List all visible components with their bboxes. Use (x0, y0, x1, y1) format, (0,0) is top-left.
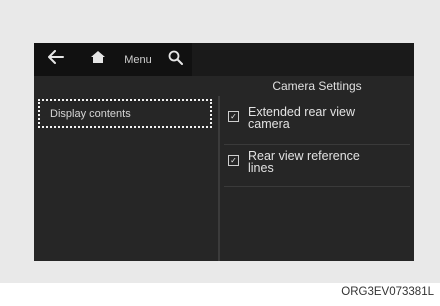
illustration-frame: Menu Camera Settings Display contents ✓ … (0, 0, 440, 283)
option-rear-view-reference-lines[interactable]: ✓ Rear view reference lines (224, 150, 410, 174)
option-label-line2: lines (248, 161, 274, 175)
top-bar: Menu (34, 43, 414, 76)
option-label: Extended rear view camera (248, 106, 355, 131)
option-extended-rear-view-camera[interactable]: ✓ Extended rear view camera (224, 106, 410, 130)
figure-caption: ORG3EV073381L (341, 286, 434, 298)
sidebar-item-label: Display contents (50, 107, 131, 120)
option-label: Rear view reference lines (248, 150, 360, 175)
checkbox-checked-icon[interactable]: ✓ (228, 111, 239, 122)
panel-title: Camera Settings (272, 79, 362, 93)
menu-label: Menu (124, 53, 152, 66)
checkbox-checked-icon[interactable]: ✓ (228, 155, 239, 166)
infotainment-screen: Menu Camera Settings Display contents ✓ … (34, 43, 414, 261)
back-button[interactable] (42, 43, 70, 76)
home-icon (90, 50, 106, 69)
menu-button[interactable]: Menu (116, 43, 160, 76)
home-button[interactable] (84, 43, 112, 76)
search-icon (168, 50, 183, 70)
column-divider (218, 96, 220, 261)
back-arrow-icon (48, 50, 64, 69)
option-separator (224, 186, 410, 187)
search-button[interactable] (162, 43, 188, 76)
option-label-line2: camera (248, 117, 290, 131)
sidebar-item-display-contents[interactable]: Display contents (38, 99, 212, 128)
option-separator (224, 144, 410, 145)
